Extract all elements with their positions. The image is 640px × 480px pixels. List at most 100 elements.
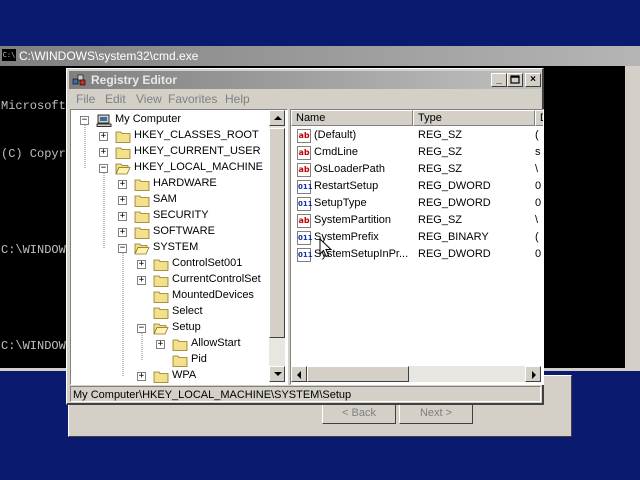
value-type: REG_SZ (418, 129, 463, 141)
cmd-title-bar[interactable]: C:\ C:\WINDOWS\system32\cmd.exe (0, 46, 640, 66)
expand-icon[interactable]: + (156, 340, 165, 349)
string-value-icon: ab (297, 163, 311, 177)
open-folder-icon (153, 323, 169, 335)
arrow-right-icon (532, 371, 536, 379)
folder-icon (134, 211, 150, 223)
value-type: REG_SZ (418, 146, 463, 158)
tree-node-hkey-current-user[interactable]: + HKEY_CURRENT_USER (71, 144, 267, 160)
tree-node-hkey-local-machine[interactable]: − HKEY_LOCAL_MACHINE (71, 160, 267, 176)
expand-icon[interactable]: + (118, 196, 127, 205)
back-button[interactable]: < Back (322, 402, 396, 424)
minimize-button[interactable]: _ (491, 73, 507, 87)
menu-favorites[interactable]: Favorites (168, 92, 217, 106)
open-folder-icon (115, 163, 131, 175)
binary-value-icon: 011 (297, 197, 313, 211)
tree-node-label: Setup (172, 321, 201, 333)
scroll-up-button[interactable] (269, 110, 285, 126)
tree-node-mounteddevices[interactable]: MountedDevices (71, 288, 267, 304)
folder-icon (115, 147, 131, 159)
collapse-icon[interactable]: − (137, 324, 146, 333)
menu-edit[interactable]: Edit (105, 92, 126, 106)
folder-icon (134, 179, 150, 191)
folder-icon (134, 195, 150, 207)
tree-node-label: SAM (153, 193, 177, 205)
status-bar: My Computer\HKEY_LOCAL_MACHINE\SYSTEM\Se… (70, 386, 541, 402)
tree-node-software[interactable]: + SOFTWARE (71, 224, 267, 240)
folder-icon (153, 307, 169, 319)
minimize-icon: _ (496, 74, 502, 85)
collapse-icon[interactable]: − (118, 244, 127, 253)
expand-icon[interactable]: + (137, 372, 146, 381)
value-row[interactable]: ab OsLoaderPath REG_SZ \ (295, 162, 539, 179)
value-row[interactable]: ab SystemPartition REG_SZ \ (295, 213, 539, 230)
value-type: REG_DWORD (418, 248, 491, 260)
arrow-down-icon (274, 372, 282, 376)
scroll-down-button[interactable] (269, 366, 285, 382)
column-header-name[interactable]: Name (291, 110, 413, 126)
expand-icon[interactable]: + (99, 148, 108, 157)
menu-view[interactable]: View (136, 92, 162, 106)
open-folder-icon (134, 243, 150, 255)
tree-node-label: Select (172, 305, 203, 317)
menu-bar: File Edit View Favorites Help (69, 90, 541, 108)
value-data: \ (535, 163, 539, 175)
tree-node-system[interactable]: − SYSTEM (71, 240, 267, 256)
value-row[interactable]: 011 SetupType REG_DWORD 0 (295, 196, 541, 213)
column-header-data[interactable]: D (535, 110, 543, 126)
collapse-icon[interactable]: − (99, 164, 108, 173)
tree-node-label: ControlSet001 (172, 257, 243, 269)
value-row[interactable]: 011 RestartSetup REG_DWORD 0 (295, 179, 541, 196)
arrow-left-icon (297, 371, 301, 379)
tree-node-sam[interactable]: + SAM (71, 192, 267, 208)
value-row[interactable]: ab (Default) REG_SZ ( (295, 128, 539, 145)
expand-icon[interactable]: + (99, 132, 108, 141)
tree-node-label: HARDWARE (153, 177, 217, 189)
tree-node-setup[interactable]: − Setup (71, 320, 267, 336)
expand-icon[interactable]: + (118, 180, 127, 189)
registry-editor-window: Registry Editor _ × File Edit View Favor… (66, 68, 544, 405)
value-type: REG_DWORD (418, 197, 491, 209)
cmd-title: C:\WINDOWS\system32\cmd.exe (19, 49, 199, 63)
tree-node-controlset001[interactable]: + ControlSet001 (71, 256, 267, 272)
folder-icon (172, 339, 188, 351)
scroll-thumb[interactable] (307, 366, 409, 382)
registry-key-tree[interactable]: − My Computer + HKEY_CLASSES_ROOT + HKEY… (70, 109, 288, 385)
column-header-type[interactable]: Type (413, 110, 535, 126)
values-horizontal-scrollbar[interactable] (291, 366, 541, 382)
menu-file[interactable]: File (76, 92, 95, 106)
cmd-icon: C:\ (2, 49, 16, 61)
mouse-cursor-icon (319, 238, 333, 258)
binary-value-icon: 011 (297, 180, 313, 194)
tree-node-currentcontrolset[interactable]: + CurrentControlSet (71, 272, 267, 288)
tree-node-label: SYSTEM (153, 241, 199, 253)
value-data: ( (535, 129, 539, 141)
value-data: ( (535, 231, 539, 243)
tree-vertical-scrollbar[interactable] (269, 110, 285, 382)
tree-node-hkey-classes-root[interactable]: + HKEY_CLASSES_ROOT (71, 128, 267, 144)
tree-node-pid[interactable]: Pid (71, 352, 267, 368)
cmd-vertical-scrollbar[interactable] (625, 66, 640, 368)
value-name: SystemPartition (314, 214, 392, 226)
expand-icon[interactable]: + (118, 228, 127, 237)
folder-icon (153, 275, 169, 287)
expand-icon[interactable]: + (118, 212, 127, 221)
registry-editor-title-bar[interactable]: Registry Editor _ × (69, 71, 541, 89)
expand-icon[interactable]: + (137, 276, 146, 285)
scroll-thumb[interactable] (269, 128, 285, 338)
value-row[interactable]: ab CmdLine REG_SZ s (295, 145, 541, 162)
close-icon: × (530, 74, 536, 85)
tree-node-allowstart[interactable]: + AllowStart (71, 336, 267, 352)
scroll-right-button[interactable] (525, 366, 541, 382)
scroll-left-button[interactable] (291, 366, 307, 382)
tree-node-hardware[interactable]: + HARDWARE (71, 176, 267, 192)
maximize-button[interactable] (507, 73, 523, 87)
close-button[interactable]: × (525, 73, 541, 87)
tree-node-select[interactable]: Select (71, 304, 267, 320)
tree-node-label: Pid (191, 353, 207, 365)
next-button[interactable]: Next > (399, 402, 473, 424)
folder-icon (134, 227, 150, 239)
expand-icon[interactable]: + (137, 260, 146, 269)
menu-help[interactable]: Help (225, 92, 250, 106)
tree-node-security[interactable]: + SECURITY (71, 208, 267, 224)
tree-node-wpa[interactable]: + WPA (71, 368, 267, 384)
